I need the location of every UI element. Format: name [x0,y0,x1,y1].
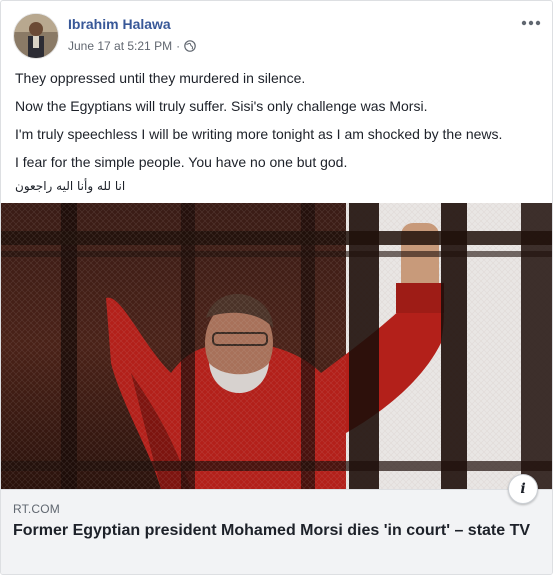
author-avatar[interactable] [13,13,59,59]
post-text-line: I'm truly speechless I will be writing m… [15,126,503,142]
post-text-line: They oppressed until they murdered in si… [15,70,306,86]
post-timestamp[interactable]: June 17 at 5:21 PM [68,39,172,53]
link-preview-image[interactable] [1,203,552,489]
post-text-line: I fear for the simple people. You have n… [15,154,348,170]
link-preview-caption[interactable]: i RT.COM Former Egyptian president Moham… [1,474,552,574]
facebook-post: Ibrahim Halawa June 17 at 5:21 PM · They… [0,0,553,575]
link-preview-card[interactable]: i RT.COM Former Egyptian president Moham… [1,203,552,574]
post-text-line: Now the Egyptians will truly suffer. Sis… [15,98,428,114]
post-text: They oppressed until they murdered in si… [15,69,542,195]
post-meta: June 17 at 5:21 PM · [68,39,196,53]
link-headline[interactable]: Former Egyptian president Mohamed Morsi … [13,520,538,541]
post-text-arabic: انا لله وأنا اليه راجعون [15,179,126,193]
meta-separator: · [176,39,181,53]
info-icon[interactable]: i [508,474,538,504]
more-options-icon[interactable] [520,13,542,33]
post-header: Ibrahim Halawa June 17 at 5:21 PM · [13,13,542,61]
globe-icon[interactable] [184,40,196,52]
author-name[interactable]: Ibrahim Halawa [68,16,171,32]
link-domain: RT.COM [13,502,60,516]
